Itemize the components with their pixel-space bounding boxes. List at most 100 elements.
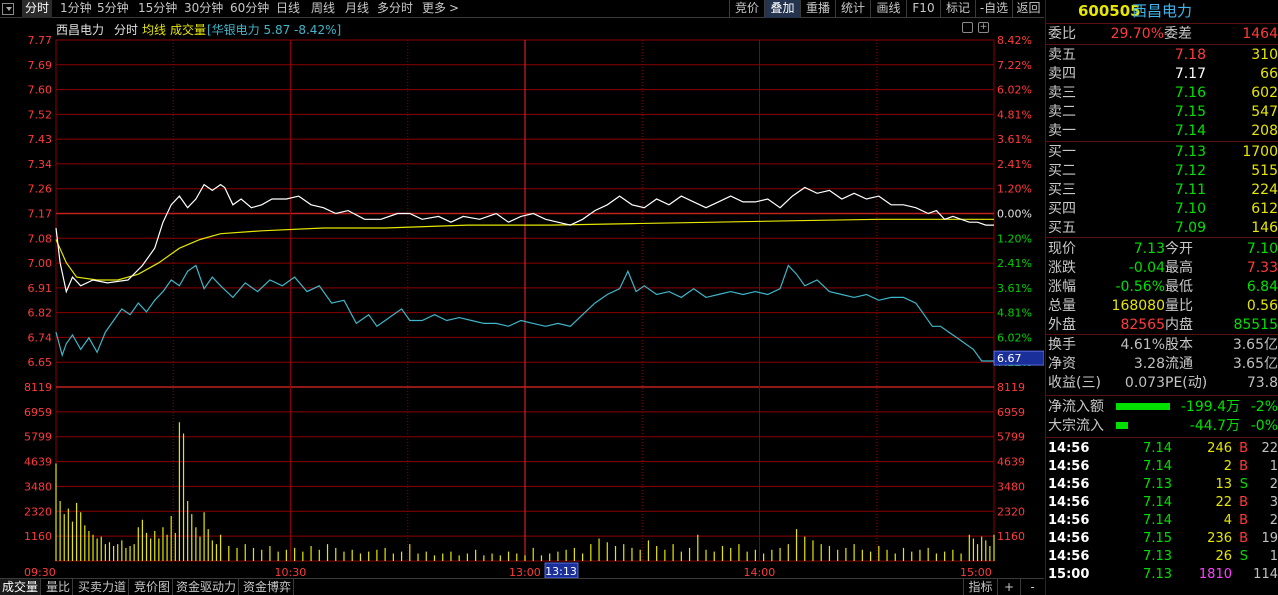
- book-price: 7.10: [1174, 201, 1206, 217]
- book-label: 买五: [1048, 220, 1076, 236]
- period-tab-10[interactable]: 更多 >: [422, 0, 459, 18]
- menu-dropdown-icon[interactable]: [2, 3, 14, 15]
- indicator-btn-0[interactable]: 指标: [963, 579, 997, 595]
- stat-row: 涨幅 -0.56% 最低 6.84: [1048, 279, 1278, 295]
- pct-tick-label: 8.42%: [997, 34, 1032, 47]
- period-tab-9[interactable]: 多分时: [377, 0, 413, 18]
- tick-row[interactable]: 14:56 7.13 13 S 2: [1046, 476, 1278, 494]
- tick-count: 1: [1269, 549, 1278, 564]
- period-tab-8[interactable]: 月线: [345, 0, 369, 18]
- tick-price: 7.13: [1143, 477, 1172, 492]
- tick-side: B: [1239, 531, 1248, 546]
- book-volume: 208: [1251, 123, 1278, 139]
- toolbar-btn-3[interactable]: 统计: [835, 0, 870, 18]
- book-price: 7.13: [1174, 144, 1206, 160]
- indicator-tab-5[interactable]: 资金博弈: [241, 579, 295, 595]
- tick-row[interactable]: 14:56 7.14 2 B 1: [1046, 458, 1278, 476]
- sell-level-4[interactable]: 卖四 7.17 66: [1046, 65, 1278, 83]
- price-tick-label: 7.26: [28, 183, 53, 196]
- volume-tick-label-right: 5799: [997, 431, 1025, 444]
- tick-time: 14:56: [1048, 441, 1090, 456]
- pct-tick-label: 6.02%: [997, 331, 1032, 344]
- sell-level-1[interactable]: 卖一 7.14 208: [1046, 122, 1278, 140]
- period-tab-3[interactable]: 15分钟: [138, 0, 177, 18]
- toolbar-btn-2[interactable]: 重播: [800, 0, 835, 18]
- toolbar-btn-1[interactable]: 叠加: [764, 0, 800, 18]
- weicha-value: 1464: [1242, 26, 1278, 42]
- buy-level-3[interactable]: 买三 7.11 224: [1046, 181, 1278, 199]
- book-volume: 547: [1251, 104, 1278, 120]
- sell-level-2[interactable]: 卖二 7.15 547: [1046, 103, 1278, 121]
- tick-time: 14:56: [1048, 549, 1090, 564]
- tick-price: 7.13: [1143, 549, 1172, 564]
- buy-level-1[interactable]: 买一 7.13 1700: [1046, 143, 1278, 161]
- toolbar-btn-5[interactable]: F10: [906, 0, 940, 18]
- tick-row[interactable]: 14:56 7.14 22 B 3: [1046, 494, 1278, 512]
- intraday-chart[interactable]: 7.77 8.42% 7.69 7.22% 7.60 6.02% 7.52 4.81% 7.43…: [0, 18, 1044, 580]
- indicator-tab-0[interactable]: 成交量: [0, 579, 42, 595]
- indicator-tab-3[interactable]: 竞价图: [132, 579, 174, 595]
- fund-row: 收益(三) 0.073 PE(动) 73.8: [1048, 375, 1278, 391]
- period-tab-7[interactable]: 周线: [311, 0, 335, 18]
- book-volume: 515: [1251, 163, 1278, 179]
- book-volume: 310: [1251, 47, 1278, 63]
- price-tick-label: 7.60: [28, 84, 53, 97]
- tick-row[interactable]: 14:56 7.15 236 B 19: [1046, 530, 1278, 548]
- cursor-price-label: 6.67: [997, 352, 1022, 365]
- tick-time: 14:56: [1048, 477, 1090, 492]
- book-price: 7.12: [1174, 163, 1206, 179]
- volume-tick-label: 6959: [24, 406, 52, 419]
- tick-side: B: [1239, 441, 1248, 456]
- indicator-tabs: 成交量 量比 买卖力道 竞价图 资金驱动力 资金博弈 指标 + -: [0, 578, 1044, 595]
- fund-row: 净资 3.28 流通 3.65亿: [1048, 356, 1278, 372]
- period-tab-1[interactable]: 1分钟: [60, 0, 92, 18]
- indicator-tab-2[interactable]: 买卖力道: [76, 579, 130, 595]
- tick-count: 2: [1269, 477, 1278, 492]
- tick-time: 14:56: [1048, 495, 1090, 510]
- tick-count: 114: [1253, 567, 1278, 582]
- tick-count: 22: [1261, 441, 1278, 456]
- tick-row[interactable]: 14:56 7.14 246 B 22: [1046, 440, 1278, 458]
- stock-header: 600505 西昌电力: [1046, 1, 1278, 21]
- pct-tick-label: 4.81%: [997, 307, 1032, 320]
- tick-row[interactable]: 15:00 7.13 1810 114: [1046, 566, 1278, 584]
- fund-row: 换手 4.61% 股本 3.65亿: [1048, 337, 1278, 353]
- indicator-btn-2[interactable]: -: [1020, 579, 1044, 595]
- indicator-tab-4[interactable]: 资金驱动力: [174, 579, 240, 595]
- period-tab-5[interactable]: 60分钟: [230, 0, 269, 18]
- buy-level-5[interactable]: 买五 7.09 146: [1046, 219, 1278, 237]
- toolbar-btn-4[interactable]: 画线: [870, 0, 906, 18]
- book-label: 卖五: [1048, 47, 1076, 63]
- toolbar-btn-8[interactable]: 返回: [1012, 0, 1044, 18]
- book-label: 买四: [1048, 201, 1076, 217]
- toolbar-btn-6[interactable]: 标记: [940, 0, 975, 18]
- book-label: 买三: [1048, 182, 1076, 198]
- book-price: 7.16: [1174, 85, 1206, 101]
- pct-tick-label: 7.22%: [997, 59, 1032, 72]
- chart-grid: [55, 39, 995, 562]
- period-tab-2[interactable]: 5分钟: [97, 0, 129, 18]
- tick-row[interactable]: 14:56 7.14 4 B 2: [1046, 512, 1278, 530]
- price-tick-label: 7.52: [28, 108, 53, 121]
- buy-level-4[interactable]: 买四 7.10 612: [1046, 200, 1278, 218]
- zoom-icon[interactable]: +: [978, 22, 989, 33]
- period-tab-6[interactable]: 日线: [276, 0, 300, 18]
- sell-level-3[interactable]: 卖三 7.16 602: [1046, 84, 1278, 102]
- period-tab-4[interactable]: 30分钟: [184, 0, 223, 18]
- tick-side: S: [1239, 477, 1248, 492]
- settings-icon[interactable]: [962, 22, 973, 33]
- chart-overlay-label: [华银电力 5.87 -8.42%]: [207, 23, 342, 37]
- tick-volume: 246: [1207, 441, 1232, 456]
- book-volume: 1700: [1242, 144, 1278, 160]
- tick-row[interactable]: 14:56 7.13 26 S 1: [1046, 548, 1278, 566]
- indicator-tab-1[interactable]: 量比: [44, 579, 74, 595]
- indicator-btn-1[interactable]: +: [997, 579, 1020, 595]
- pct-tick-label: 2.41%: [997, 257, 1032, 270]
- sell-level-5[interactable]: 卖五 7.18 310: [1046, 46, 1278, 64]
- book-volume: 66: [1260, 66, 1278, 82]
- toolbar-btn-7[interactable]: -自选: [975, 0, 1012, 18]
- period-tab-0[interactable]: 分时: [22, 0, 53, 18]
- book-price: 7.18: [1174, 47, 1206, 63]
- toolbar-btn-0[interactable]: 竞价: [729, 0, 764, 18]
- buy-level-2[interactable]: 买二 7.12 515: [1046, 162, 1278, 180]
